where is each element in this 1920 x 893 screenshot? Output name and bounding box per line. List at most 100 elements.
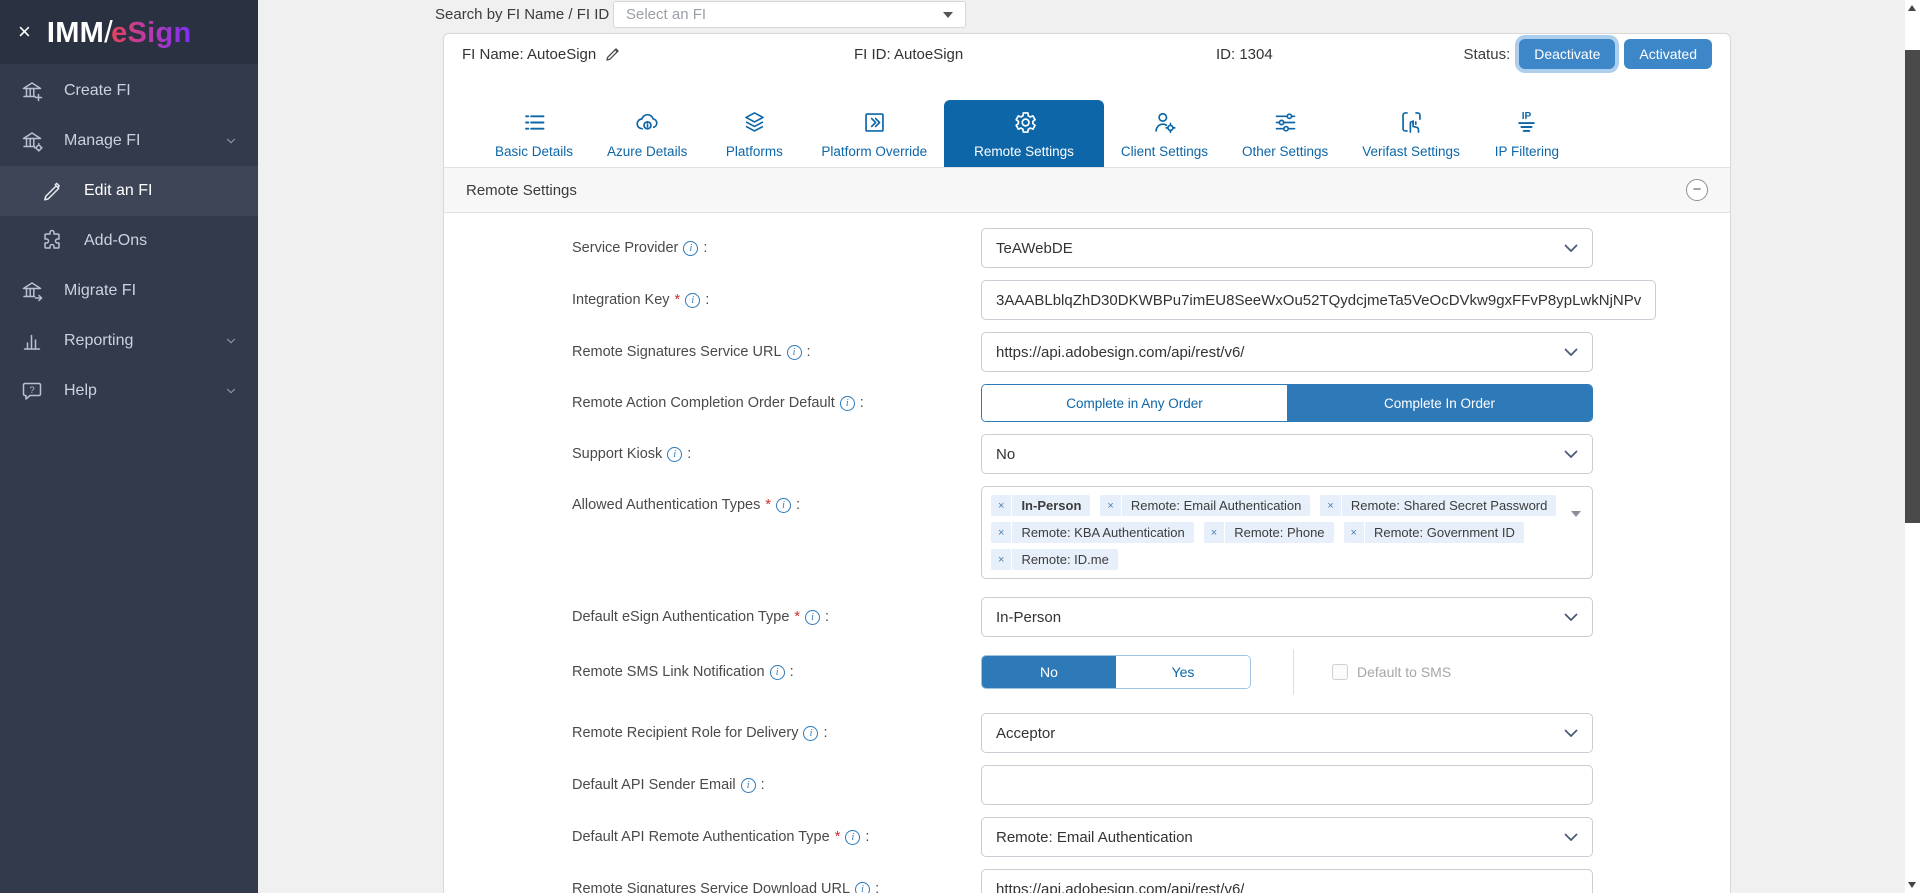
dropdown-caret-icon <box>943 12 953 18</box>
selected-value: Remote: Email Authentication <box>996 829 1193 846</box>
sidebar-item-migrate-fi[interactable]: Migrate FI <box>0 266 258 316</box>
service-provider-select[interactable]: TeAWebDE <box>981 228 1593 268</box>
support-kiosk-select[interactable]: No <box>981 434 1593 474</box>
allowed-auth-types-multiselect[interactable]: ×In-Person ×Remote: Email Authentication… <box>981 486 1593 579</box>
remote-settings-section-header: Remote Settings − <box>444 167 1730 213</box>
field-label: Remote Signatures Service URL <box>572 344 782 360</box>
tab-platform-override[interactable]: Platform Override <box>804 100 944 167</box>
auth-type-tag: ×Remote: Government ID <box>1344 522 1524 543</box>
field-label: Remote SMS Link Notification <box>572 664 765 680</box>
tab-remote-settings[interactable]: Remote Settings <box>944 100 1104 167</box>
remote-signatures-url-select[interactable]: https://api.adobesign.com/api/rest/v6/ <box>981 332 1593 372</box>
form-row-remote-signatures-url: Remote Signatures Service URLi: https://… <box>444 332 1730 372</box>
auth-type-tag: ×Remote: Email Authentication <box>1100 495 1310 516</box>
remove-tag-icon[interactable]: × <box>1100 495 1121 516</box>
info-icon: i <box>667 447 682 462</box>
completion-order-toggle: Complete in Any Order Complete In Order <box>981 384 1593 422</box>
auth-type-tag: ×Remote: ID.me <box>991 549 1118 570</box>
tab-platforms[interactable]: Platforms <box>704 100 804 167</box>
tab-label: Platform Override <box>821 144 927 159</box>
remove-tag-icon[interactable]: × <box>991 549 1012 570</box>
tab-verifast-settings[interactable]: Verifast Settings <box>1345 100 1477 167</box>
api-sender-email-input[interactable] <box>981 765 1593 805</box>
info-icon: i <box>770 665 785 680</box>
sidebar-logo-bar: × IMM/eSign <box>0 0 258 64</box>
download-url-input[interactable]: https://api.adobesign.com/api/rest/v6/ <box>981 869 1593 893</box>
recipient-role-select[interactable]: Acceptor <box>981 713 1593 753</box>
remove-tag-icon[interactable]: × <box>1204 522 1225 543</box>
fi-search-dropdown[interactable]: Select an FI <box>613 1 966 28</box>
selected-value: https://api.adobesign.com/api/rest/v6/ <box>996 344 1244 361</box>
complete-any-order-option[interactable]: Complete in Any Order <box>982 385 1287 421</box>
default-esign-auth-select[interactable]: In-Person <box>981 597 1593 637</box>
dropdown-caret-icon <box>1571 511 1581 517</box>
sidebar-item-add-ons[interactable]: Add-Ons <box>0 216 258 266</box>
gear-icon <box>1011 109 1038 136</box>
auth-type-tag: ×Remote: Shared Secret Password <box>1320 495 1556 516</box>
remove-tag-icon[interactable]: × <box>991 495 1012 516</box>
tab-azure-details[interactable]: Azure Details <box>590 100 704 167</box>
sidebar-item-reporting[interactable]: Reporting <box>0 316 258 366</box>
sms-yes-option[interactable]: Yes <box>1116 656 1250 688</box>
tab-basic-details[interactable]: Basic Details <box>478 100 590 167</box>
remove-tag-icon[interactable]: × <box>1344 522 1365 543</box>
form-row-recipient-role: Remote Recipient Role for Deliveryi: Acc… <box>444 713 1730 753</box>
info-icon: i <box>685 293 700 308</box>
chevron-down-icon <box>1564 833 1578 842</box>
remote-settings-form: Service Provideri: TeAWebDE Integration … <box>444 213 1730 893</box>
default-to-sms-checkbox[interactable] <box>1332 664 1348 680</box>
logo-imm: IMM <box>47 17 104 50</box>
input-value: https://api.adobesign.com/api/rest/v6/ <box>996 881 1244 893</box>
info-icon: i <box>741 778 756 793</box>
remove-tag-icon[interactable]: × <box>991 522 1012 543</box>
sidebar-close-icon[interactable]: × <box>18 21 31 43</box>
collapse-section-button[interactable]: − <box>1686 179 1708 201</box>
fi-numeric-id: ID: 1304 <box>1216 46 1464 63</box>
sidebar-item-help[interactable]: ? Help <box>0 366 258 416</box>
default-api-remote-auth-select[interactable]: Remote: Email Authentication <box>981 817 1593 857</box>
tab-label: Basic Details <box>495 144 573 159</box>
sidebar-item-manage-fi[interactable]: Manage FI <box>0 116 258 166</box>
sms-no-option[interactable]: No <box>982 656 1116 688</box>
deactivate-button[interactable]: Deactivate <box>1519 39 1615 69</box>
sidebar-item-label: Create FI <box>64 82 131 100</box>
page-scrollbar <box>1905 0 1920 893</box>
form-row-download-url: Remote Signatures Service Download URLi:… <box>444 869 1730 893</box>
bar-chart-icon <box>20 329 44 353</box>
form-row-allowed-auth-types: Allowed Authentication Types*i: ×In-Pers… <box>444 486 1730 579</box>
integration-key-input[interactable]: 3AAABLblqZhD30DKWBPu7imEU8SeeWxOu52TQydc… <box>981 280 1656 320</box>
status-group: Status: Deactivate Activated <box>1464 39 1712 69</box>
chevron-down-icon <box>1564 450 1578 459</box>
field-label: Support Kiosk <box>572 446 662 462</box>
sidebar-item-edit-an-fi[interactable]: Edit an FI <box>0 166 258 216</box>
tab-ip-filtering[interactable]: IP IP Filtering <box>1477 100 1577 167</box>
field-label: Default API Sender Email <box>572 777 736 793</box>
sidebar-item-create-fi[interactable]: Create FI <box>0 66 258 116</box>
tab-other-settings[interactable]: Other Settings <box>1225 100 1345 167</box>
tab-client-settings[interactable]: Client Settings <box>1104 100 1225 167</box>
bank-arrow-icon <box>20 279 44 303</box>
remove-tag-icon[interactable]: × <box>1320 495 1341 516</box>
chevron-down-icon <box>1564 244 1578 253</box>
scroll-up-arrow-icon[interactable] <box>1908 5 1916 11</box>
scrollbar-thumb[interactable] <box>1905 50 1920 523</box>
selected-value: TeAWebDE <box>996 240 1073 257</box>
field-label: Default API Remote Authentication Type <box>572 829 830 845</box>
cloud-info-icon <box>634 109 661 136</box>
complete-in-order-option[interactable]: Complete In Order <box>1287 385 1592 421</box>
form-row-service-provider: Service Provideri: TeAWebDE <box>444 228 1730 268</box>
section-title: Remote Settings <box>466 182 577 199</box>
activated-button[interactable]: Activated <box>1624 39 1712 69</box>
app-logo: IMM/eSign <box>47 14 192 50</box>
field-label: Default eSign Authentication Type <box>572 609 789 625</box>
field-label: Integration Key <box>572 292 670 308</box>
svg-text:IP: IP <box>1522 111 1532 122</box>
status-label: Status: <box>1464 46 1511 63</box>
edit-fi-name-icon[interactable] <box>604 46 621 63</box>
field-label: Allowed Authentication Types <box>572 497 760 513</box>
info-icon: i <box>776 498 791 513</box>
help-bubble-icon: ? <box>20 379 44 403</box>
scroll-down-arrow-icon[interactable] <box>1908 882 1916 888</box>
auth-type-tag: ×Remote: KBA Authentication <box>991 522 1194 543</box>
sidebar-nav: Create FI Manage FI Edit an FI Add-Ons <box>0 64 258 416</box>
